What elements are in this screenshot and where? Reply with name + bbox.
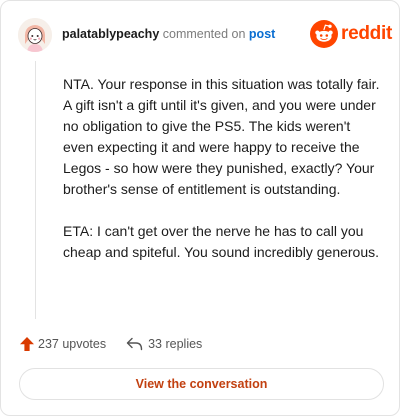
avatar-icon[interactable] [18,18,52,52]
comment-header: palatablypeachy commented on post [62,26,275,42]
reply-arrow-icon [126,337,148,351]
replies-button[interactable]: 33 replies [126,337,202,351]
view-conversation-label: View the conversation [135,377,268,391]
upvote-arrow-icon [19,336,38,352]
reddit-snoo-icon [310,20,338,48]
comment-body: NTA. Your response in this situation was… [63,74,381,284]
thread-line[interactable] [35,61,36,319]
reddit-wordmark: reddit [341,23,392,44]
upvote-button[interactable]: 237 upvotes [19,336,106,352]
comment-paragraph: NTA. Your response in this situation was… [63,76,380,197]
upvote-count: 237 upvotes [38,337,107,351]
reddit-logo[interactable]: reddit [310,20,392,48]
view-conversation-button[interactable]: View the conversation [19,368,384,400]
commented-label: commented on [162,27,246,41]
comment-card: palatablypeachy commented on post reddit… [0,0,400,416]
comment-actions: 237 upvotes 33 replies [19,334,202,354]
username-link[interactable]: palatablypeachy [62,27,159,41]
comment-paragraph: ETA: I can't get over the nerve he has t… [63,223,380,260]
reply-count: 33 replies [148,337,203,351]
post-link[interactable]: post [249,27,275,41]
